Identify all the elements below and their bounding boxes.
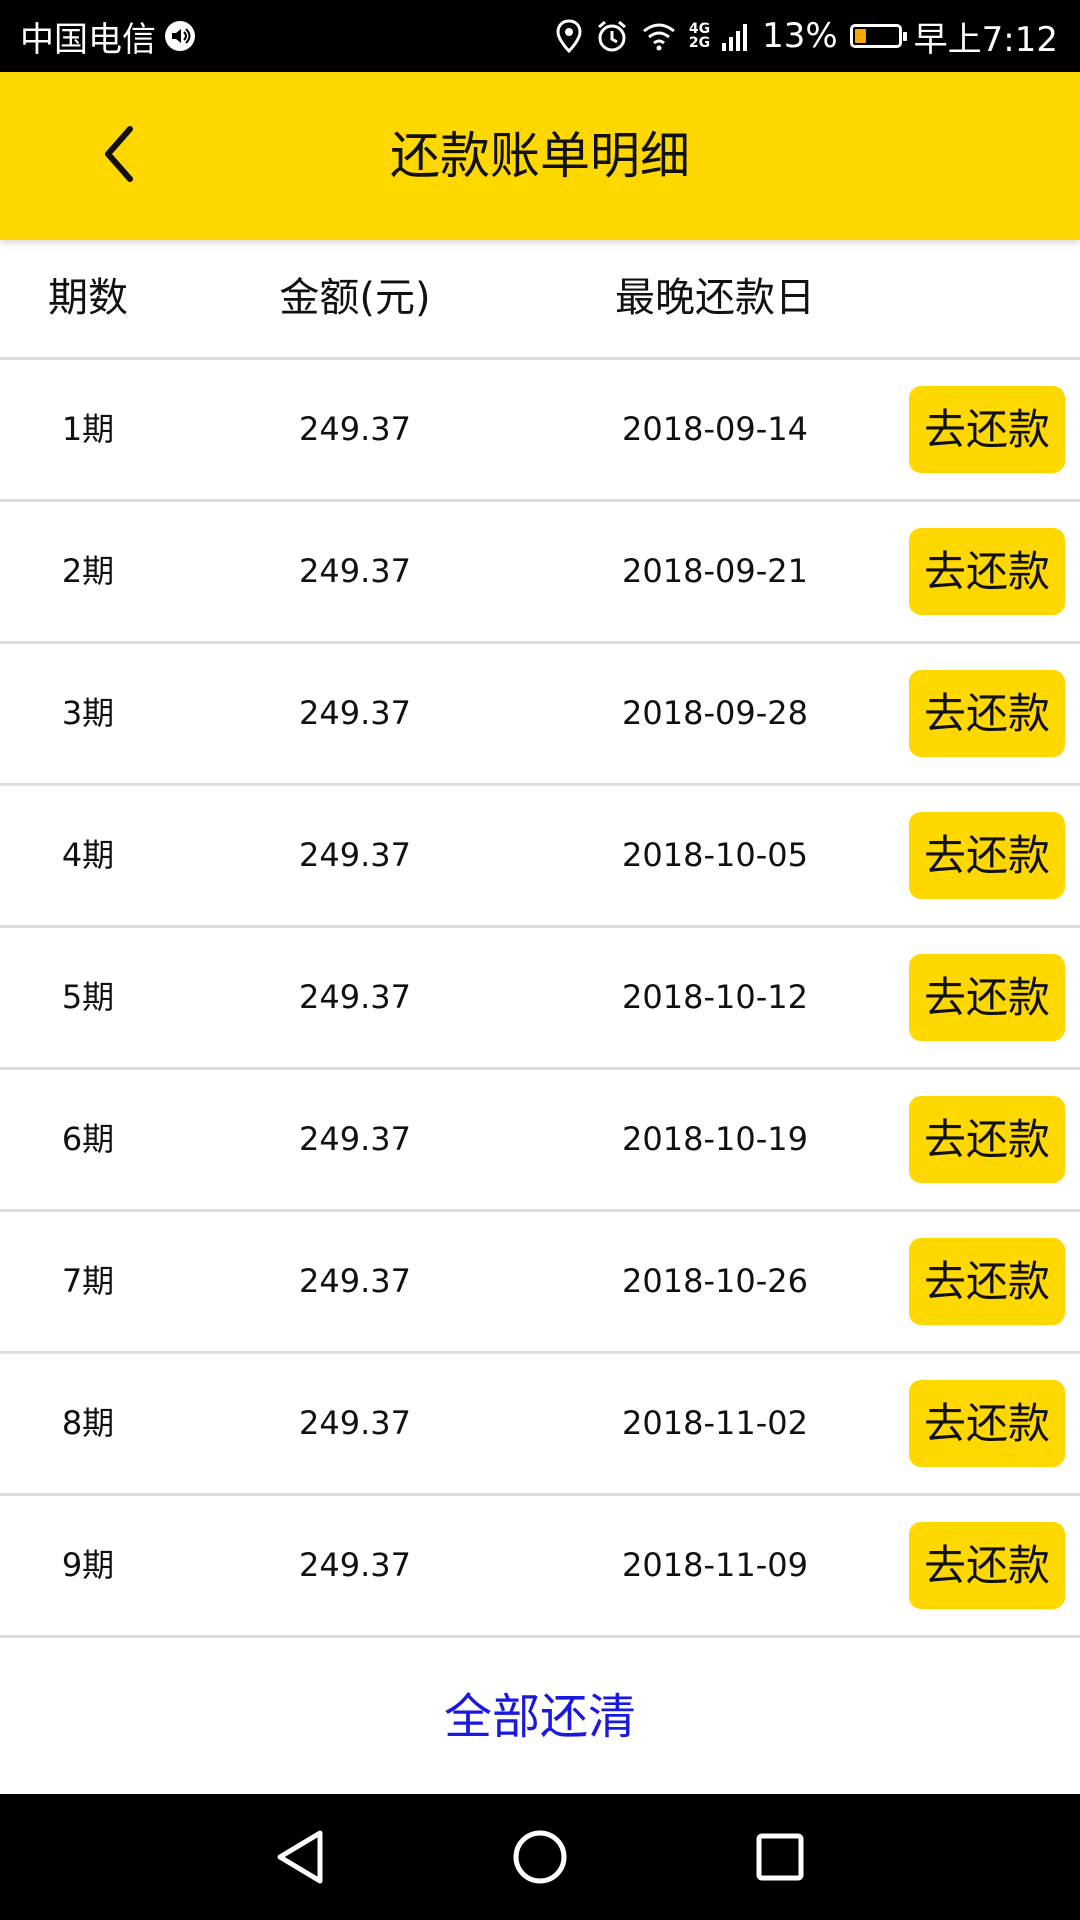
table-row: 3期 249.37 2018-09-28 去还款 [0,644,1080,786]
battery-fill [854,29,866,43]
row-amount: 249.37 [299,1404,411,1442]
table-row: 1期 249.37 2018-09-14 去还款 [0,360,1080,502]
status-left: 中国电信 [20,0,196,72]
nav-home-button[interactable] [505,1824,575,1894]
row-period: 5期 [61,978,115,1016]
column-header-due-date: 最晚还款日 [615,275,815,321]
network-bottom-label: 2G [688,35,711,51]
pay-all-button[interactable]: 全部还清 [0,1640,1080,1795]
table-row: 5期 249.37 2018-10-12 去还款 [0,928,1080,1070]
battery-icon [849,24,907,48]
network-top-label: 4G [688,21,711,37]
table-row: 9期 249.37 2018-11-09 去还款 [0,1496,1080,1638]
pay-button[interactable]: 去还款 [909,1522,1065,1609]
clock: 早上7:12 [913,19,1058,60]
row-period: 6期 [61,1120,115,1158]
row-period: 9期 [61,1546,115,1584]
network-type: 4G 2G [689,22,710,50]
speaker-icon [164,20,196,52]
row-amount: 249.37 [299,552,411,590]
table-row: 6期 249.37 2018-10-19 去还款 [0,1070,1080,1212]
row-due-date: 2018-11-02 [622,1404,808,1442]
alarm-icon [595,19,629,53]
wifi-icon [641,21,677,51]
pay-button[interactable]: 去还款 [909,812,1065,899]
pay-button[interactable]: 去还款 [909,1096,1065,1183]
pay-button[interactable]: 去还款 [909,1238,1065,1325]
row-amount: 249.37 [299,1262,411,1300]
row-due-date: 2018-10-26 [622,1262,808,1300]
table-row: 2期 249.37 2018-09-21 去还款 [0,502,1080,644]
row-due-date: 2018-10-12 [622,978,808,1016]
carrier-name: 中国电信 [20,19,156,60]
status-bar: 中国电信 4G 2G 13% 早上7:12 [0,0,1080,72]
row-period: 7期 [61,1262,115,1300]
row-due-date: 2018-09-14 [622,410,808,448]
row-period: 3期 [61,694,115,732]
table-row: 7期 249.37 2018-10-26 去还款 [0,1212,1080,1354]
pay-button[interactable]: 去还款 [909,528,1065,615]
row-due-date: 2018-10-05 [622,836,808,874]
column-header-period: 期数 [48,275,128,321]
row-period: 2期 [61,552,115,590]
table-row: 8期 249.37 2018-11-02 去还款 [0,1354,1080,1496]
row-period: 8期 [61,1404,115,1442]
app-header: 还款账单明细 [0,72,1080,240]
row-amount: 249.37 [299,410,411,448]
row-amount: 249.37 [299,836,411,874]
pay-button[interactable]: 去还款 [909,670,1065,757]
row-amount: 249.37 [299,1546,411,1584]
status-right: 4G 2G 13% 早上7:12 [555,0,1058,72]
location-icon [555,19,583,53]
home-circle-icon [512,1829,568,1889]
row-amount: 249.37 [299,1120,411,1158]
page-title: 还款账单明细 [390,127,690,185]
signal-icon [722,21,750,51]
row-amount: 249.37 [299,978,411,1016]
row-due-date: 2018-11-09 [622,1546,808,1584]
screen: 中国电信 4G 2G 13% 早上7:12 还款账单明细 期数 金额(元) 最晚… [0,0,1080,1920]
row-period: 4期 [61,836,115,874]
table-row: 4期 249.37 2018-10-05 去还款 [0,786,1080,928]
pay-button[interactable]: 去还款 [909,386,1065,473]
row-period: 1期 [61,410,115,448]
row-due-date: 2018-09-21 [622,552,808,590]
row-due-date: 2018-10-19 [622,1120,808,1158]
nav-recents-button[interactable] [745,1824,815,1894]
battery-percent: 13% [762,16,838,56]
system-nav-bar [0,1794,1080,1920]
row-amount: 249.37 [299,694,411,732]
row-due-date: 2018-09-28 [622,694,808,732]
back-triangle-icon [274,1829,326,1889]
table-header: 期数 金额(元) 最晚还款日 [0,240,1080,360]
recents-square-icon [755,1832,805,1886]
column-header-amount: 金额(元) [279,275,431,321]
pay-button[interactable]: 去还款 [909,954,1065,1041]
nav-back-button[interactable] [265,1824,335,1894]
pay-button[interactable]: 去还款 [909,1380,1065,1467]
bill-list: 1期 249.37 2018-09-14 去还款 2期 249.37 2018-… [0,360,1080,1638]
